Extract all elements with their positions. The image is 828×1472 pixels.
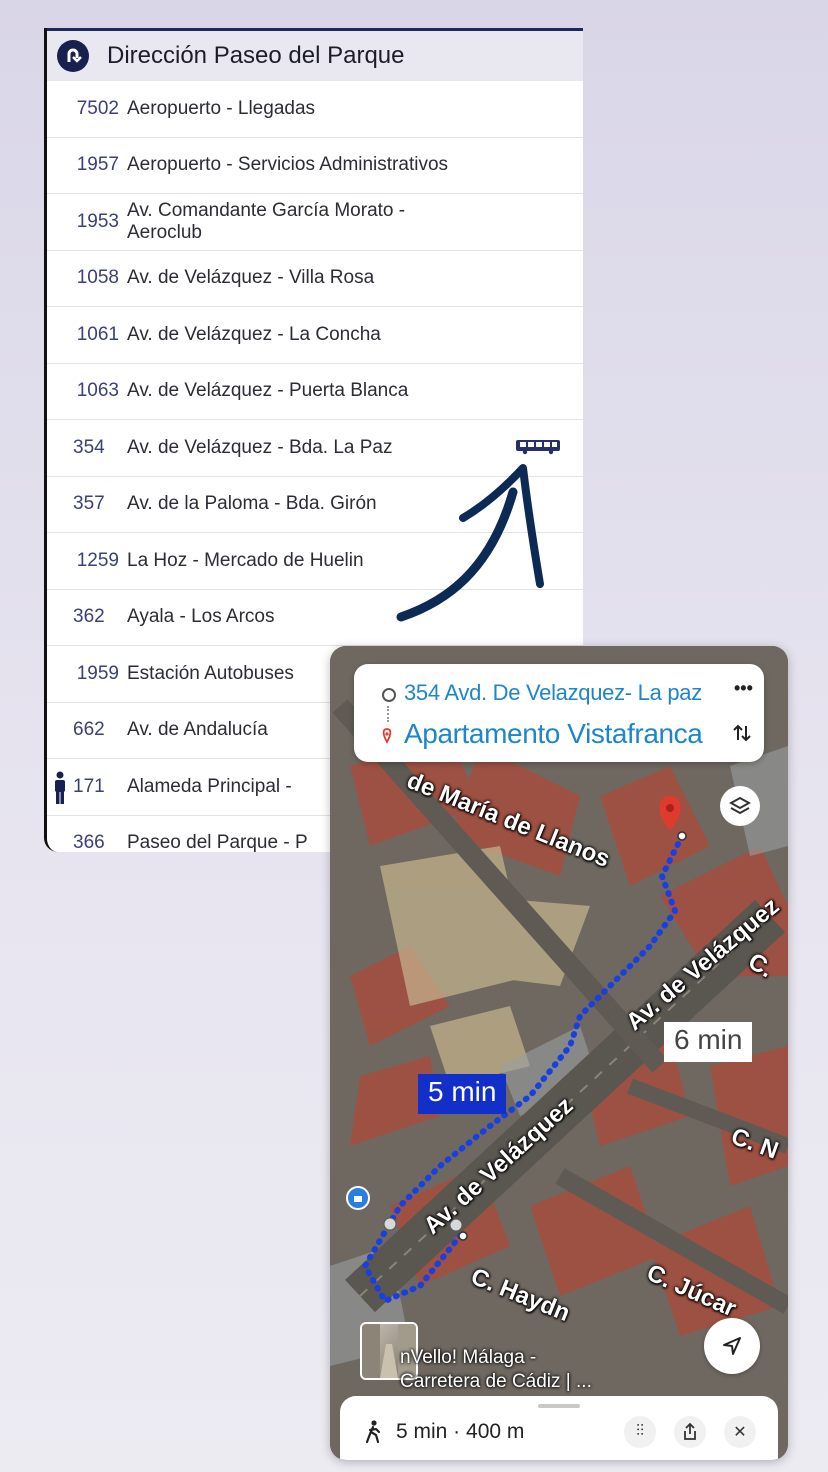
route-search-box: 354 Avd. De Velazquez- La paz Apartament… bbox=[354, 664, 764, 762]
stop-code: 362 bbox=[73, 606, 105, 628]
stop-code: 7502 bbox=[76, 97, 119, 119]
place-label[interactable]: nVello! Málaga - Carretera de Cádiz | ..… bbox=[400, 1346, 592, 1394]
bus-icon bbox=[515, 439, 561, 460]
stop-code: 1259 bbox=[76, 549, 119, 571]
route-connector bbox=[387, 706, 391, 722]
route-summary-text: 5 min · 400 m bbox=[396, 1420, 525, 1443]
stop-code: 357 bbox=[73, 493, 105, 515]
stop-name: Aeropuerto - Servicios Administrativos bbox=[127, 154, 449, 176]
stop-code: 1959 bbox=[76, 662, 119, 684]
stop-code: 354 bbox=[73, 436, 105, 458]
stop-name: Av. de Velázquez - Puerta Blanca bbox=[127, 380, 409, 402]
sheet-grabber[interactable] bbox=[538, 1404, 580, 1408]
close-icon: ✕ bbox=[733, 1424, 747, 1441]
stop-name: Aeropuerto - Llegadas bbox=[127, 97, 316, 119]
stop-name: Av. de Velázquez - La Concha bbox=[127, 323, 381, 345]
person-icon bbox=[53, 771, 67, 810]
eta-primary-callout[interactable]: 5 min bbox=[418, 1074, 507, 1114]
stop-code: 1061 bbox=[76, 323, 119, 345]
place-label-line2: Carretera de Cádiz | ... bbox=[400, 1371, 592, 1392]
more-options-icon[interactable]: ••• bbox=[734, 678, 753, 699]
origin-circle-icon bbox=[382, 688, 396, 702]
stop-code: 1957 bbox=[76, 154, 119, 176]
stop-row[interactable]: 1063 Av. de Velázquez - Puerta Blanca bbox=[47, 363, 583, 420]
share-icon bbox=[684, 1423, 696, 1440]
map-card[interactable]: de María de Llanos Av. de Velázquez Av. … bbox=[330, 646, 788, 1460]
share-button[interactable] bbox=[674, 1416, 706, 1448]
navigation-arrow-icon bbox=[723, 1337, 741, 1355]
arrow-annotation-icon bbox=[396, 464, 544, 622]
walking-icon bbox=[365, 1420, 381, 1444]
layers-icon bbox=[729, 796, 751, 815]
direction-header: Dirección Paseo del Parque bbox=[47, 31, 583, 81]
layers-button[interactable] bbox=[720, 786, 760, 826]
stop-code: 366 bbox=[73, 832, 105, 852]
stop-code: 1058 bbox=[76, 267, 119, 289]
destination-pin-small-icon bbox=[382, 728, 392, 744]
stop-code: 662 bbox=[73, 719, 105, 741]
u-turn-icon[interactable] bbox=[57, 40, 89, 72]
stop-code: 1063 bbox=[76, 380, 119, 402]
route-options-button[interactable]: ⫶⫶ bbox=[624, 1416, 656, 1448]
origin-input[interactable]: 354 Avd. De Velazquez- La paz bbox=[404, 680, 702, 706]
direction-title: Dirección Paseo del Parque bbox=[107, 42, 405, 69]
stop-name: Av. de Velázquez - Villa Rosa bbox=[127, 267, 375, 289]
place-label-line1: nVello! Málaga - bbox=[400, 1347, 537, 1368]
stop-name: Av. de Velázquez - Bda. La Paz bbox=[127, 436, 393, 458]
swap-icon[interactable] bbox=[732, 722, 752, 744]
stop-row[interactable]: 7502 Aeropuerto - Llegadas bbox=[47, 81, 583, 138]
destination-input[interactable]: Apartamento Vistafranca bbox=[404, 718, 703, 750]
close-button[interactable]: ✕ bbox=[724, 1416, 756, 1448]
stop-code: 1953 bbox=[76, 210, 119, 232]
eta-alternative-callout[interactable]: 6 min bbox=[664, 1022, 753, 1062]
stop-row[interactable]: 1061 Av. de Velázquez - La Concha bbox=[47, 307, 583, 364]
stop-row[interactable]: 1953 Av. Comandante García Morato - Aero… bbox=[47, 194, 583, 251]
route-summary-sheet[interactable]: 5 min · 400 m ⫶⫶ ✕ bbox=[340, 1396, 778, 1460]
my-location-button[interactable] bbox=[704, 1318, 760, 1374]
stop-row[interactable]: 1058 Av. de Velázquez - Villa Rosa bbox=[47, 250, 583, 307]
stop-name: Av. Comandante García Morato - Aeroclub bbox=[127, 199, 406, 243]
stop-row[interactable]: 1957 Aeropuerto - Servicios Administrati… bbox=[47, 137, 583, 194]
sliders-icon: ⫶⫶ bbox=[635, 1423, 644, 1440]
